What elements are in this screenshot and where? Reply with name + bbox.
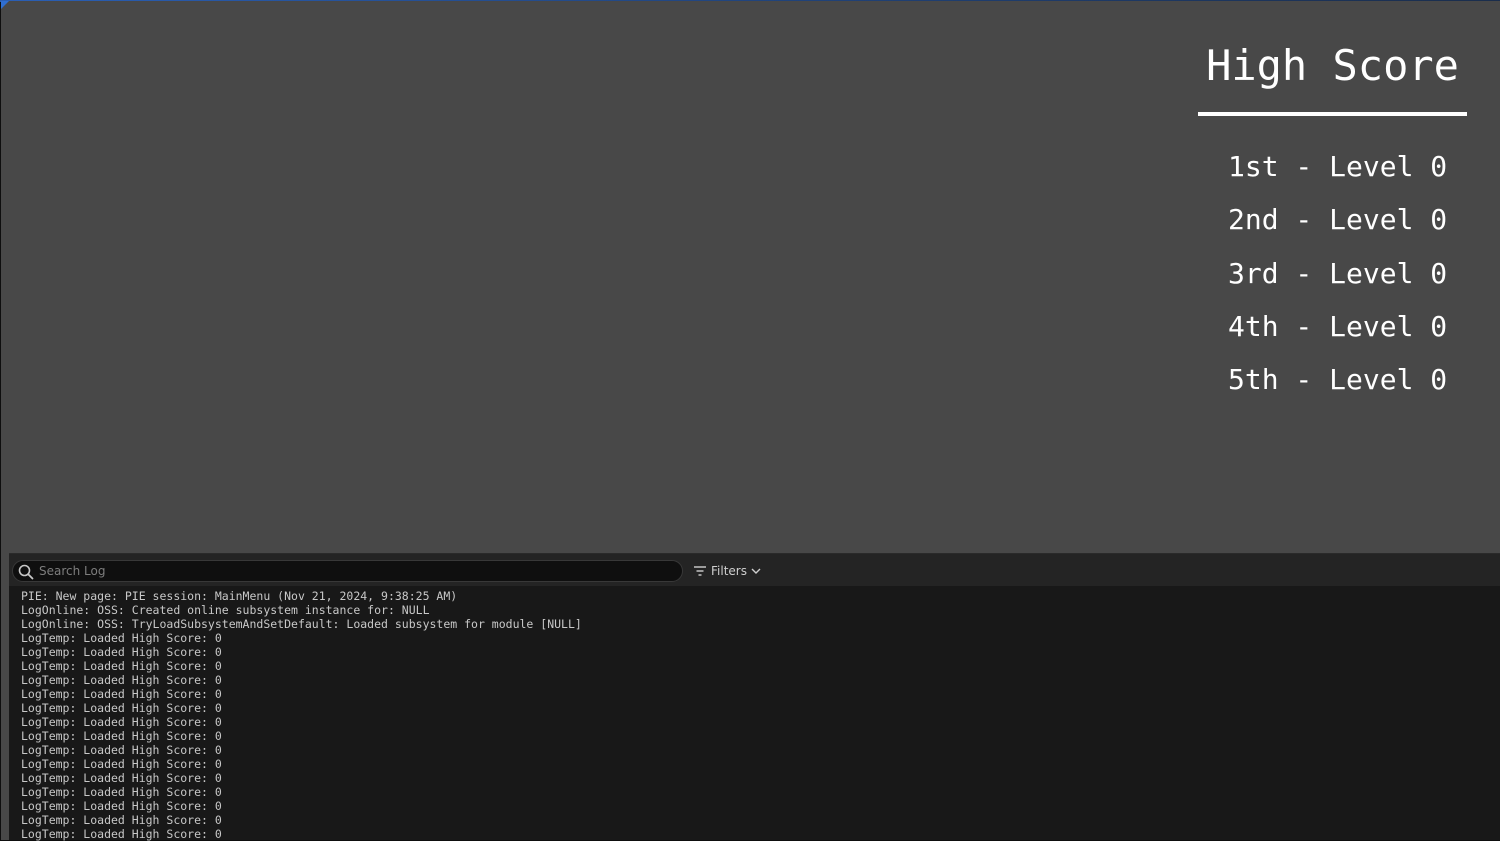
log-line: LogTemp: Loaded High Score: 0 bbox=[21, 785, 222, 799]
log-line: LogTemp: Loaded High Score: 0 bbox=[21, 715, 222, 729]
log-line: LogTemp: Loaded High Score: 0 bbox=[21, 645, 222, 659]
output-log-panel: Filters PIE: New page: PIE session: Main… bbox=[9, 553, 1500, 841]
search-icon bbox=[18, 564, 34, 580]
log-line: LogTemp: Loaded High Score: 0 bbox=[21, 701, 222, 715]
filters-button[interactable]: Filters bbox=[689, 561, 765, 581]
high-score-divider bbox=[1198, 112, 1467, 116]
high-score-title: High Score bbox=[1206, 41, 1459, 90]
log-line: LogTemp: Loaded High Score: 0 bbox=[21, 729, 222, 743]
high-score-panel: High Score 1st - Level 0 2nd - Level 0 3… bbox=[1197, 37, 1468, 407]
search-log-input[interactable] bbox=[39, 562, 669, 580]
log-line: LogOnline: OSS: TryLoadSubsystemAndSetDe… bbox=[21, 617, 582, 631]
log-line: LogOnline: OSS: Created online subsystem… bbox=[21, 603, 430, 617]
log-line: LogTemp: Loaded High Score: 0 bbox=[21, 687, 222, 701]
search-log-box[interactable] bbox=[12, 560, 683, 582]
log-line: LogTemp: Loaded High Score: 0 bbox=[21, 757, 222, 771]
log-line: LogTemp: Loaded High Score: 0 bbox=[21, 771, 222, 785]
log-line: LogTemp: Loaded High Score: 0 bbox=[21, 673, 222, 687]
high-score-entry: 5th - Level 0 bbox=[1228, 363, 1448, 397]
log-line: LogTemp: Loaded High Score: 0 bbox=[21, 743, 222, 757]
high-score-entry: 2nd - Level 0 bbox=[1228, 203, 1448, 237]
high-score-entry: 1st - Level 0 bbox=[1228, 150, 1448, 183]
high-score-entry: 4th - Level 0 bbox=[1228, 309, 1448, 343]
high-score-entry: 3rd - Level 0 bbox=[1228, 256, 1448, 290]
log-line: LogTemp: Loaded High Score: 0 bbox=[21, 799, 222, 813]
log-line: LogTemp: Loaded High Score: 0 bbox=[21, 631, 222, 645]
log-line: PIE: New page: PIE session: MainMenu (No… bbox=[21, 589, 458, 603]
output-log-toolbar: Filters bbox=[9, 554, 1500, 586]
chevron-down-icon bbox=[751, 567, 761, 575]
high-score-list: 1st - Level 0 2nd - Level 0 3rd - Level … bbox=[1228, 147, 1447, 413]
viewport-corner-marker bbox=[1, 1, 9, 9]
filters-label: Filters bbox=[711, 564, 747, 578]
log-lines: PIE: New page: PIE session: MainMenu (No… bbox=[21, 589, 1491, 841]
filter-icon bbox=[693, 565, 707, 577]
log-line: LogTemp: Loaded High Score: 0 bbox=[21, 827, 222, 841]
log-line: LogTemp: Loaded High Score: 0 bbox=[21, 659, 222, 673]
log-line: LogTemp: Loaded High Score: 0 bbox=[21, 813, 222, 827]
